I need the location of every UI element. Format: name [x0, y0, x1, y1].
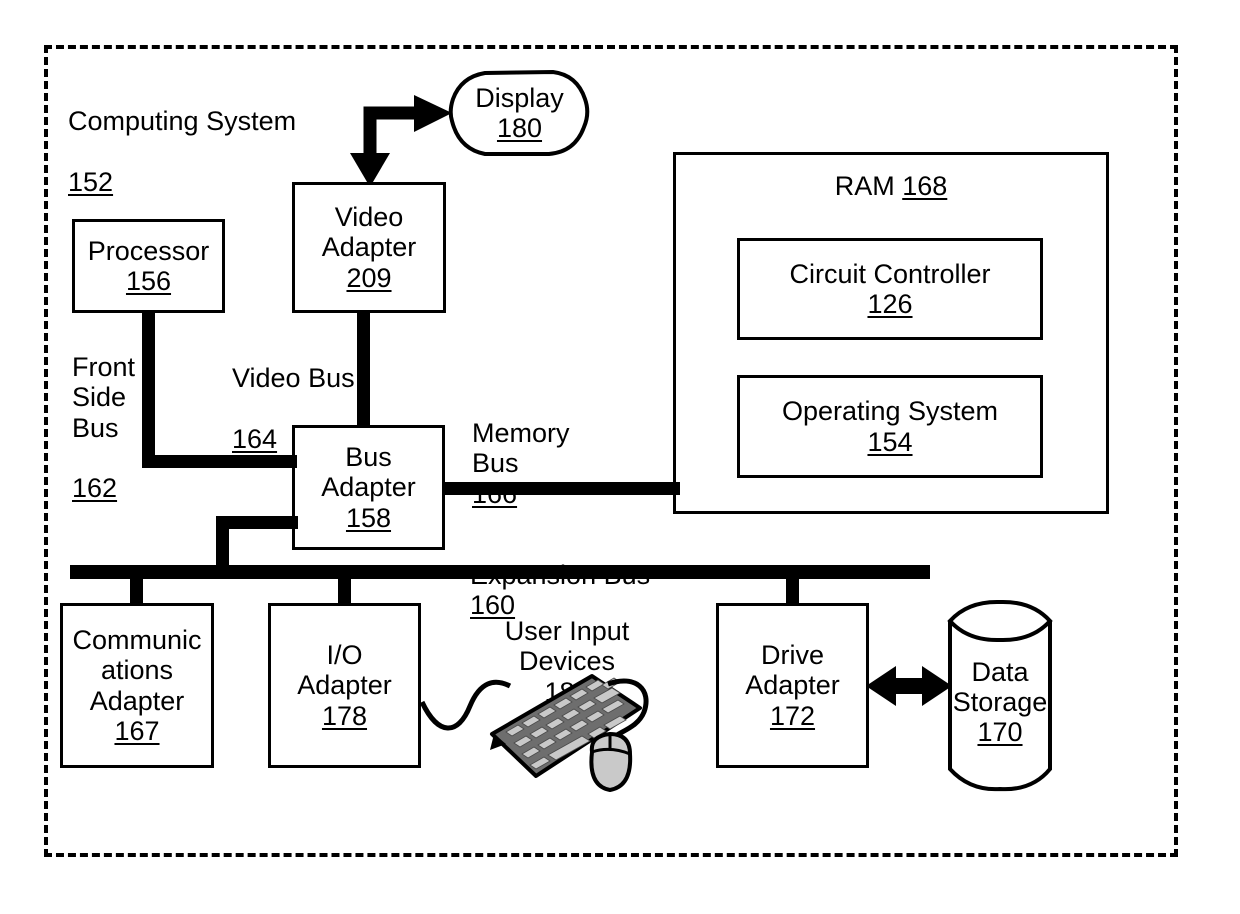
data-storage-node[interactable]: Data Storage 170	[946, 599, 1054, 792]
data-storage-ref: 170	[977, 717, 1023, 748]
communications-adapter-label: Communic ations Adapter	[72, 625, 202, 716]
drive-storage-double-arrow	[866, 666, 952, 706]
display-node[interactable]: Display 180	[448, 69, 590, 157]
bus-adapter-ref: 158	[345, 502, 392, 533]
video-bus-label: Video Bus	[232, 363, 355, 394]
mouse-icon	[589, 731, 633, 793]
drive-adapter-drop-wire	[786, 575, 799, 605]
drive-adapter-ref: 172	[769, 700, 816, 731]
operating-system-ref: 154	[867, 426, 913, 457]
video-bus-label-group: Video Bus 164	[232, 333, 412, 454]
display-label: Display	[475, 82, 564, 113]
memory-bus-label: Memory Bus	[472, 418, 570, 479]
ram-heading: RAM 168	[835, 171, 948, 201]
memory-bus-label-group: Memory Bus 166	[472, 388, 692, 509]
operating-system-box[interactable]: Operating System 154	[737, 375, 1043, 478]
display-video-arrow	[350, 95, 452, 187]
processor-ref: 156	[125, 266, 172, 296]
communications-adapter-drop-wire	[130, 575, 143, 605]
communications-adapter-ref: 167	[114, 715, 160, 746]
ram-ref: 168	[902, 171, 948, 201]
front-side-bus-wire-horizontal	[142, 455, 297, 468]
figure-canvas: Computing System 152 Display 180 Video A…	[0, 0, 1240, 914]
data-storage-label: Data Storage	[952, 656, 1048, 717]
video-adapter-box[interactable]: Video Adapter 209	[292, 182, 446, 313]
processor-label: Processor	[87, 235, 210, 266]
communications-adapter-box[interactable]: Communic ations Adapter 167	[60, 603, 214, 768]
drive-adapter-label: Drive Adapter	[745, 640, 840, 701]
display-ref: 180	[496, 113, 543, 143]
circuit-controller-ref: 126	[867, 289, 913, 319]
io-adapter-drop-wire	[338, 575, 351, 605]
circuit-controller-box[interactable]: Circuit Controller 126	[737, 238, 1043, 340]
circuit-controller-label: Circuit Controller	[789, 258, 991, 289]
io-adapter-box[interactable]: I/O Adapter 178	[268, 603, 421, 768]
front-side-bus-label: Front Side Bus	[72, 352, 136, 443]
video-adapter-label: Video Adapter	[321, 202, 417, 263]
video-bus-ref: 164	[232, 423, 278, 454]
computing-system-ref: 152	[68, 166, 114, 197]
drive-adapter-box[interactable]: Drive Adapter 172	[716, 603, 869, 768]
io-adapter-ref: 178	[321, 700, 368, 731]
video-adapter-ref: 209	[346, 262, 392, 293]
keyboard-mouse-illustration	[419, 640, 672, 800]
operating-system-label: Operating System	[781, 396, 999, 427]
computing-system-label: Computing System	[68, 106, 297, 137]
io-adapter-label: I/O Adapter	[297, 640, 392, 701]
ram-label: RAM	[834, 171, 895, 201]
processor-box[interactable]: Processor 156	[72, 219, 225, 313]
front-side-bus-ref: 162	[72, 473, 118, 504]
front-side-bus-label-group: Front Side Bus 162	[72, 322, 152, 503]
memory-bus-ref: 166	[472, 478, 518, 509]
